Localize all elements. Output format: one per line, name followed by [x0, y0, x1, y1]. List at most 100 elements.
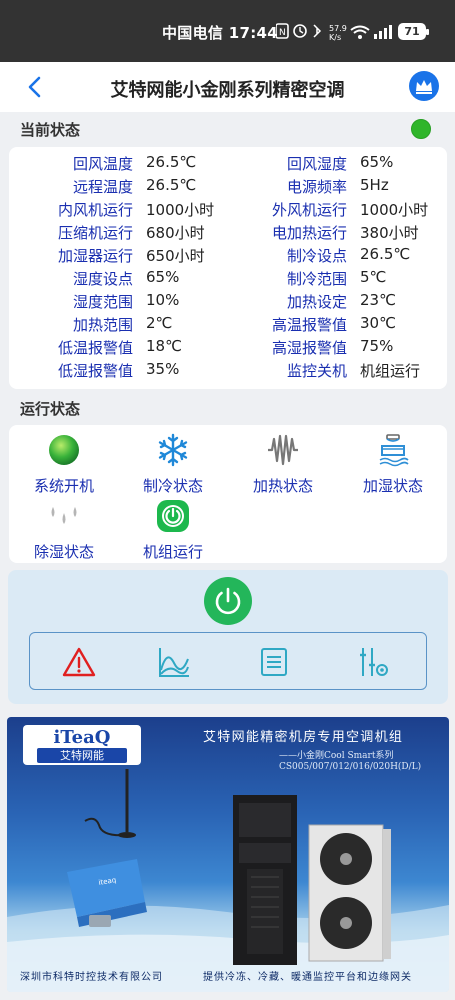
crown-icon[interactable]: [409, 71, 439, 101]
param-label: 高温报警值: [271, 316, 347, 334]
tool-bar: [29, 632, 427, 690]
param-label: 内风机运行: [57, 201, 133, 219]
param-value: 10%: [146, 291, 180, 309]
state-label: 机组运行: [142, 543, 203, 561]
list-icon[interactable]: [257, 645, 291, 679]
param-label: 低温报警值: [57, 339, 133, 357]
param-value: 1000小时: [360, 201, 429, 219]
param-label: 回风湿度: [286, 155, 347, 173]
param-value: 35%: [146, 360, 180, 378]
param-label: 回风温度: [72, 155, 133, 173]
param-label: 监控关机: [286, 362, 347, 380]
param-label: 高湿报警值: [271, 339, 347, 357]
state-cooling: 制冷状态: [123, 433, 223, 499]
power-icon: [215, 587, 241, 615]
droplets-icon: [51, 507, 77, 524]
settings-sliders-icon[interactable]: [355, 645, 389, 679]
param-value: 65%: [146, 268, 180, 286]
param-value: 1000小时: [146, 201, 215, 219]
param-value: 26.5℃: [146, 176, 197, 194]
param-value: 30℃: [360, 314, 396, 332]
state-label: 加湿状态: [362, 477, 423, 495]
state-label: 加热状态: [252, 477, 313, 495]
param-label: 湿度设点: [72, 270, 133, 288]
alarm-icon[interactable]: [62, 645, 96, 679]
promo-banner[interactable]: iteaq iTeaQ 艾特网能 艾特网能精密机房专用空调机组 ——小金刚Coo…: [7, 717, 449, 992]
state-label: 系统开机: [33, 477, 94, 495]
snowflake-icon: [158, 433, 188, 467]
app-header: 艾特网能小金刚系列精密空调: [0, 62, 455, 112]
param-label: 压缩机运行: [57, 224, 133, 242]
banner-services: 提供冷冻、冷藏、暖通监控平台和边缘网关: [203, 972, 412, 983]
param-label: 加热设定: [286, 293, 347, 311]
status-icons: N: [276, 23, 322, 39]
banner-title: 艾特网能精密机房专用空调机组: [203, 730, 404, 745]
param-row: 加热范围 2℃ 高温报警值 30℃: [9, 314, 447, 337]
param-label: 加热范围: [72, 316, 133, 334]
state-heating: 加热状态: [233, 433, 333, 499]
param-row: 低温报警值 18℃ 高湿报警值 75%: [9, 337, 447, 360]
param-label: 加湿器运行: [57, 247, 133, 265]
online-status-indicator: [411, 119, 431, 139]
param-label: 制冷范围: [286, 270, 347, 288]
green-ball-icon: [49, 435, 79, 465]
banner-subtitle: ——小金刚Cool Smart系列: [279, 751, 394, 761]
param-label: 制冷设点: [286, 247, 347, 265]
state-humidifying: 加湿状态: [343, 433, 443, 499]
param-value: 26.5℃: [146, 153, 197, 171]
param-value: 380小时: [360, 224, 419, 242]
power-button[interactable]: [204, 577, 252, 625]
system-status-bar: 中国电信 17:44 N 57.9 K/s 71: [0, 0, 455, 62]
power-running-icon: [157, 500, 189, 532]
param-value: 2℃: [146, 314, 173, 332]
param-label: 低湿报警值: [57, 362, 133, 380]
param-value: 680小时: [146, 224, 205, 242]
param-label: 外风机运行: [271, 201, 347, 219]
param-row: 湿度设点 65% 制冷范围 5℃: [9, 268, 447, 291]
param-row: 压缩机运行 680小时 电加热运行 380小时: [9, 222, 447, 245]
param-value: 18℃: [146, 337, 182, 355]
battery-indicator: 71: [398, 23, 429, 40]
parameter-panel: 回风温度 26.5℃ 回风湿度 65% 远程温度 26.5℃ 电源频率 5Hz …: [9, 147, 447, 389]
param-label: 远程温度: [72, 178, 133, 196]
state-label: 除湿状态: [33, 543, 94, 561]
state-dehumidifying: 除湿状态: [14, 499, 114, 565]
param-value: 5℃: [360, 268, 387, 286]
banner-models: CS005/007/012/016/020H(D/L): [279, 762, 422, 772]
control-panel: [8, 570, 448, 704]
param-row: 湿度范围 10% 加热设定 23℃: [9, 291, 447, 314]
param-row: 回风温度 26.5℃ 回风湿度 65%: [9, 153, 447, 176]
param-value: 75%: [360, 337, 394, 355]
param-row: 内风机运行 1000小时 外风机运行 1000小时: [9, 199, 447, 222]
state-label: 制冷状态: [142, 477, 203, 495]
state-system-on: 系统开机: [14, 433, 114, 499]
run-status-heading: 运行状态: [20, 400, 81, 418]
param-row: 远程温度 26.5℃ 电源频率 5Hz: [9, 176, 447, 199]
signal-icons: [350, 25, 392, 39]
param-value: 65%: [360, 153, 394, 171]
param-value: 650小时: [146, 247, 205, 265]
run-status-panel: 系统开机 制冷状态 加热状态 加湿状态 除湿状态 机组运行: [9, 425, 447, 563]
param-value: 23℃: [360, 291, 396, 309]
banner-company: 深圳市科特时控技术有限公司: [20, 972, 163, 983]
param-label: 电源频率: [286, 178, 347, 196]
param-value: 机组运行: [360, 362, 421, 380]
state-unit-running: 机组运行: [123, 499, 223, 565]
chart-icon[interactable]: [157, 645, 191, 679]
param-value: 26.5℃: [360, 245, 411, 263]
page-title: 艾特网能小金刚系列精密空调: [110, 80, 345, 101]
param-label: 电加热运行: [271, 224, 347, 242]
carrier-time: 中国电信 17:44: [162, 24, 278, 42]
param-row: 低湿报警值 35% 监控关机 机组运行: [9, 360, 447, 383]
svg-text:N: N: [279, 28, 286, 38]
param-row: 加湿器运行 650小时 制冷设点 26.5℃: [9, 245, 447, 268]
logo-brand-text: iTeaQ: [53, 727, 111, 748]
net-speed: 57.9 K/s: [329, 24, 347, 42]
param-value: 5Hz: [360, 176, 389, 194]
logo-sub-text: 艾特网能: [37, 748, 127, 763]
param-label: 湿度范围: [72, 293, 133, 311]
humidifier-icon: [379, 434, 409, 467]
heater-icon: [268, 434, 298, 466]
brand-logo: iTeaQ 艾特网能: [23, 725, 141, 765]
current-status-heading: 当前状态: [20, 121, 81, 139]
